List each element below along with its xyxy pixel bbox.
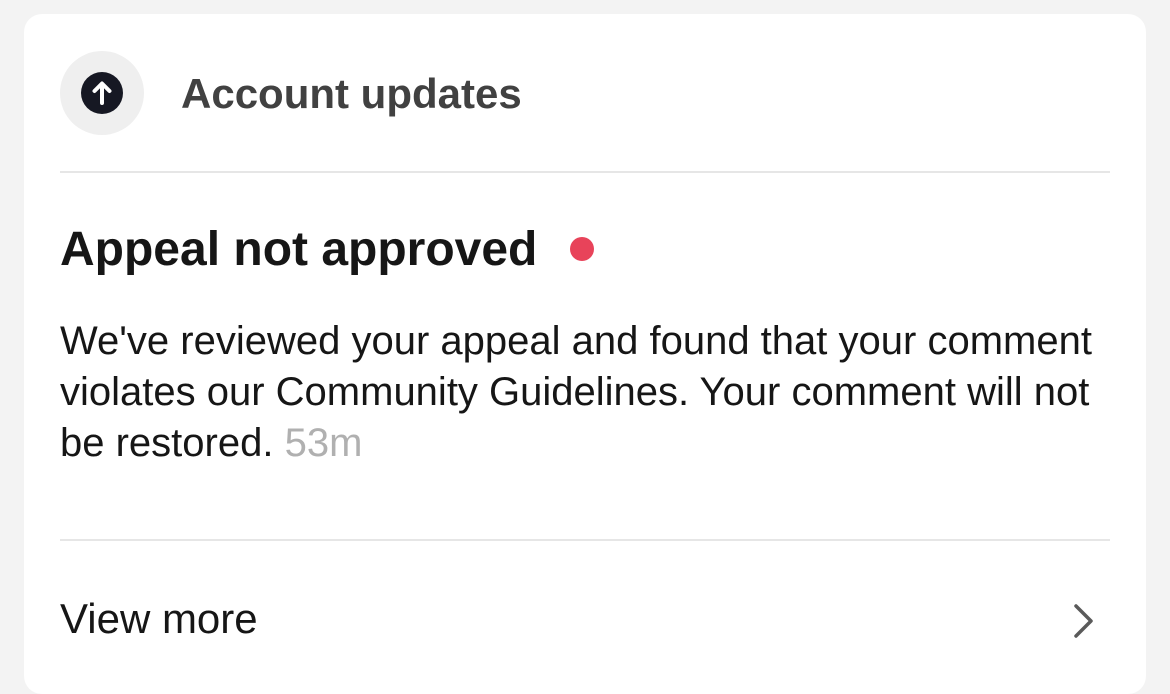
notice-timestamp: 53m [284,421,363,465]
notification-card: Account updates Appeal not approved We'v… [24,14,1146,694]
notice-title: Appeal not approved [60,223,538,276]
unread-dot [569,237,594,261]
section-title: Account updates [181,70,522,117]
notice-message-text: We've reviewed your appeal and found tha… [60,319,1092,465]
header-icon-badge [60,51,144,135]
divider [60,171,1110,173]
view-more-label: View more [60,595,258,642]
chevron-right-icon [1074,604,1093,638]
arrow-up-circle-icon [81,72,123,114]
notice-message: We've reviewed your appeal and found tha… [60,316,1100,469]
notice-title-row: Appeal not approved [60,222,594,278]
section-header: Account updates [24,14,1146,172]
